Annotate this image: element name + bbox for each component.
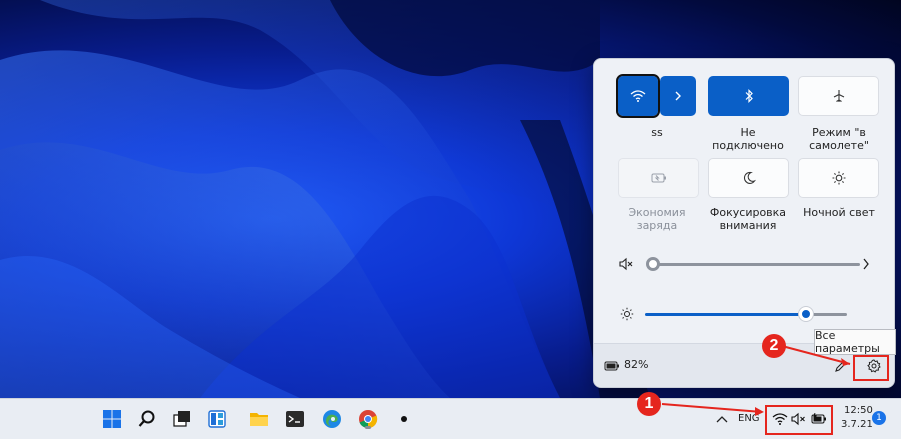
volume-slider-row xyxy=(612,254,882,274)
airplane-icon xyxy=(833,90,844,102)
night-light-toggle[interactable] xyxy=(798,158,879,198)
callout-badge-1: 1 xyxy=(637,392,661,416)
widgets-icon xyxy=(208,410,226,428)
brightness-slider-row xyxy=(612,304,882,324)
file-explorer-icon xyxy=(250,413,268,426)
callout-box-tray xyxy=(765,405,833,435)
file-explorer-button[interactable] xyxy=(247,407,271,431)
battery-saver-toggle[interactable] xyxy=(618,158,699,198)
chrome-running-indicator xyxy=(365,426,371,429)
callout-arrow-1 xyxy=(661,403,764,416)
start-button[interactable] xyxy=(100,407,124,431)
callout-badge-2: 2 xyxy=(762,334,786,358)
focus-assist-label: Фокусировка внимания xyxy=(709,206,787,232)
wifi-icon xyxy=(630,90,646,102)
volume-thumb[interactable] xyxy=(646,257,660,271)
search-button[interactable] xyxy=(135,407,159,431)
notification-badge[interactable]: 1 xyxy=(872,411,886,425)
dot-icon xyxy=(401,416,407,422)
chevron-right-icon[interactable] xyxy=(862,258,870,270)
brightness-icon xyxy=(620,307,634,321)
airplane-mode-toggle[interactable] xyxy=(798,76,879,116)
clock[interactable]: 12:50 3.7.21 xyxy=(836,405,876,435)
dot-app-button[interactable] xyxy=(392,407,416,431)
start-icon xyxy=(103,410,121,428)
speaker-muted-icon[interactable] xyxy=(618,256,634,272)
terminal-button[interactable] xyxy=(283,407,307,431)
sun-icon xyxy=(832,171,845,185)
wifi-toggle[interactable] xyxy=(616,74,660,118)
edge-icon xyxy=(323,410,341,428)
focus-assist-toggle[interactable] xyxy=(708,158,789,198)
battery-icon xyxy=(604,361,619,371)
bluetooth-icon xyxy=(745,89,753,103)
chevron-right-icon xyxy=(675,91,681,101)
task-view-button[interactable] xyxy=(170,407,194,431)
bluetooth-label: Не подключено xyxy=(712,126,784,152)
brightness-thumb[interactable] xyxy=(799,307,813,321)
callout-arrow-2 xyxy=(781,345,851,366)
night-light-label: Ночной свет xyxy=(803,206,875,219)
airplane-label: Режим "в самолете" xyxy=(809,126,869,152)
wifi-expand-button[interactable] xyxy=(660,76,696,116)
task-view-icon xyxy=(173,411,190,427)
widgets-button[interactable] xyxy=(205,407,229,431)
battery-percent: 82% xyxy=(624,358,649,371)
bluetooth-toggle[interactable] xyxy=(708,76,789,116)
terminal-icon xyxy=(286,411,304,427)
battery-saver-icon xyxy=(651,173,666,183)
search-icon xyxy=(138,410,155,427)
edge-button[interactable] xyxy=(320,407,344,431)
wifi-label: ss xyxy=(651,126,663,139)
brightness-track-filled[interactable] xyxy=(645,313,805,316)
chrome-button[interactable] xyxy=(356,407,380,431)
clock-time: 12:50 xyxy=(844,405,873,416)
volume-track[interactable] xyxy=(652,263,860,266)
moon-icon xyxy=(743,171,756,184)
clock-date: 3.7.21 xyxy=(841,419,873,430)
battery-saver-label: Экономия заряда xyxy=(628,206,686,232)
